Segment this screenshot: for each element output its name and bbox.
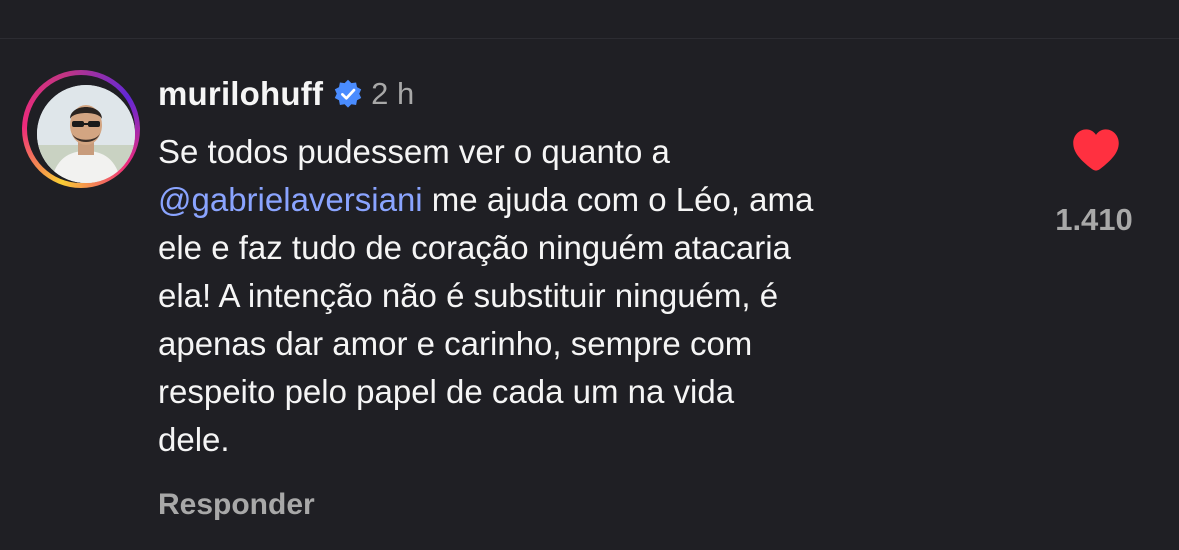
like-count: 1.410 (1055, 202, 1133, 237)
mention-link[interactable]: @gabrielaversiani (158, 181, 423, 218)
avatar[interactable] (37, 85, 135, 183)
verified-badge-icon (334, 79, 362, 108)
comment-line: respeito pelo papel de cada um na vida (158, 373, 735, 410)
comment-text: Se todos pudessem ver o quanto a @gabrie… (158, 128, 1018, 464)
username[interactable]: murilohuff (158, 75, 323, 113)
heart-icon[interactable] (1070, 124, 1122, 176)
comment-line: ele e faz tudo de coração ninguém atacar… (158, 229, 791, 266)
comment-line: ela! A intenção não é substituir ninguém… (158, 277, 779, 314)
timestamp: 2 h (371, 76, 415, 111)
avatar-photo (37, 85, 135, 183)
comment-line: dele. (158, 421, 230, 458)
comment-line: Se todos pudessem ver o quanto a (158, 133, 670, 170)
comment-header: murilohuff 2 h (158, 72, 414, 116)
story-ring[interactable] (22, 70, 140, 188)
comment-line: apenas dar amor e carinho, sempre com (158, 325, 753, 362)
comment-line: @gabrielaversiani me ajuda com o Léo, am… (158, 181, 814, 218)
reply-button[interactable]: Responder (158, 488, 315, 522)
comment: murilohuff 2 h Se todos pudessem ver o q… (0, 0, 1179, 550)
